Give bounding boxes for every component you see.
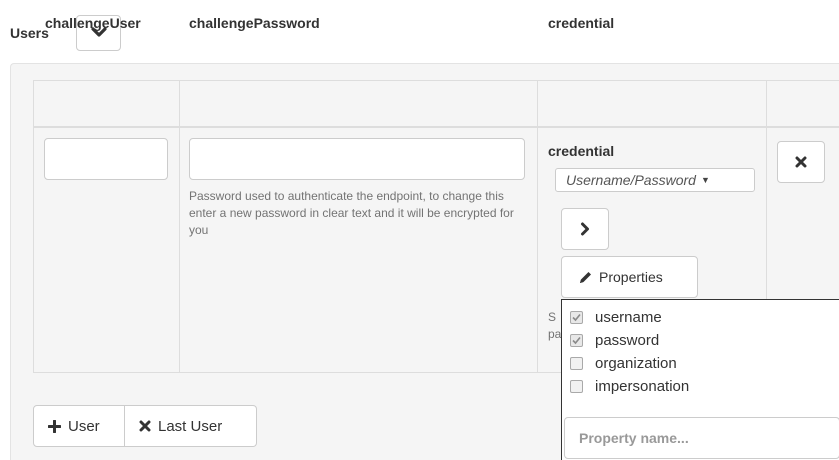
properties-button[interactable]: Properties xyxy=(561,256,698,298)
checkbox-icon[interactable] xyxy=(570,380,583,393)
add-user-label: User xyxy=(68,417,100,435)
property-option-organization[interactable]: organization xyxy=(570,355,677,372)
password-help-text: Password used to authenticate the endpoi… xyxy=(189,189,514,237)
credential-help-fragment-1: S xyxy=(548,310,557,324)
credential-help-fragment-2: pa xyxy=(548,327,562,341)
column-header-credential: credential xyxy=(548,15,615,31)
column-header-challenge-password: challengePassword xyxy=(189,15,320,31)
section-title: Users xyxy=(10,25,49,41)
credential-type-select[interactable]: Username/Password ▼ xyxy=(555,168,755,192)
page: Users challengeUser challengePassword cr… xyxy=(0,0,839,460)
property-option-username[interactable]: username xyxy=(570,309,662,326)
property-option-label: impersonation xyxy=(595,378,690,395)
property-name-input[interactable] xyxy=(564,417,839,459)
property-option-impersonation[interactable]: impersonation xyxy=(570,378,689,395)
checkbox-checked-icon[interactable] xyxy=(570,334,583,347)
credential-type-value: Username/Password xyxy=(566,172,696,188)
remove-last-user-label: Last User xyxy=(158,417,223,435)
challenge-password-input[interactable] xyxy=(189,138,525,180)
property-option-password[interactable]: password xyxy=(570,332,659,349)
checkbox-checked-icon[interactable] xyxy=(570,311,583,324)
row-actions-group: User Last User xyxy=(33,405,257,447)
add-user-button[interactable]: User xyxy=(33,405,125,447)
close-icon xyxy=(795,156,807,168)
chevron-right-icon xyxy=(580,222,590,236)
remove-row-button[interactable] xyxy=(777,141,825,183)
challenge-user-input[interactable] xyxy=(44,138,168,180)
properties-dropdown: username password organization impersona… xyxy=(561,299,839,460)
column-header-challenge-user: challengeUser xyxy=(45,15,141,31)
pencil-icon xyxy=(578,270,593,285)
credential-expand-button[interactable] xyxy=(561,208,609,250)
properties-label: Properties xyxy=(599,269,663,285)
caret-down-icon: ▼ xyxy=(700,175,710,185)
checkbox-icon[interactable] xyxy=(570,357,583,370)
close-icon xyxy=(139,420,151,432)
plus-icon xyxy=(48,419,61,433)
property-option-label: organization xyxy=(595,355,677,372)
property-option-label: password xyxy=(595,332,660,349)
credential-title: credential xyxy=(548,143,615,159)
remove-last-user-button[interactable]: Last User xyxy=(125,405,257,447)
property-option-label: username xyxy=(595,309,662,326)
